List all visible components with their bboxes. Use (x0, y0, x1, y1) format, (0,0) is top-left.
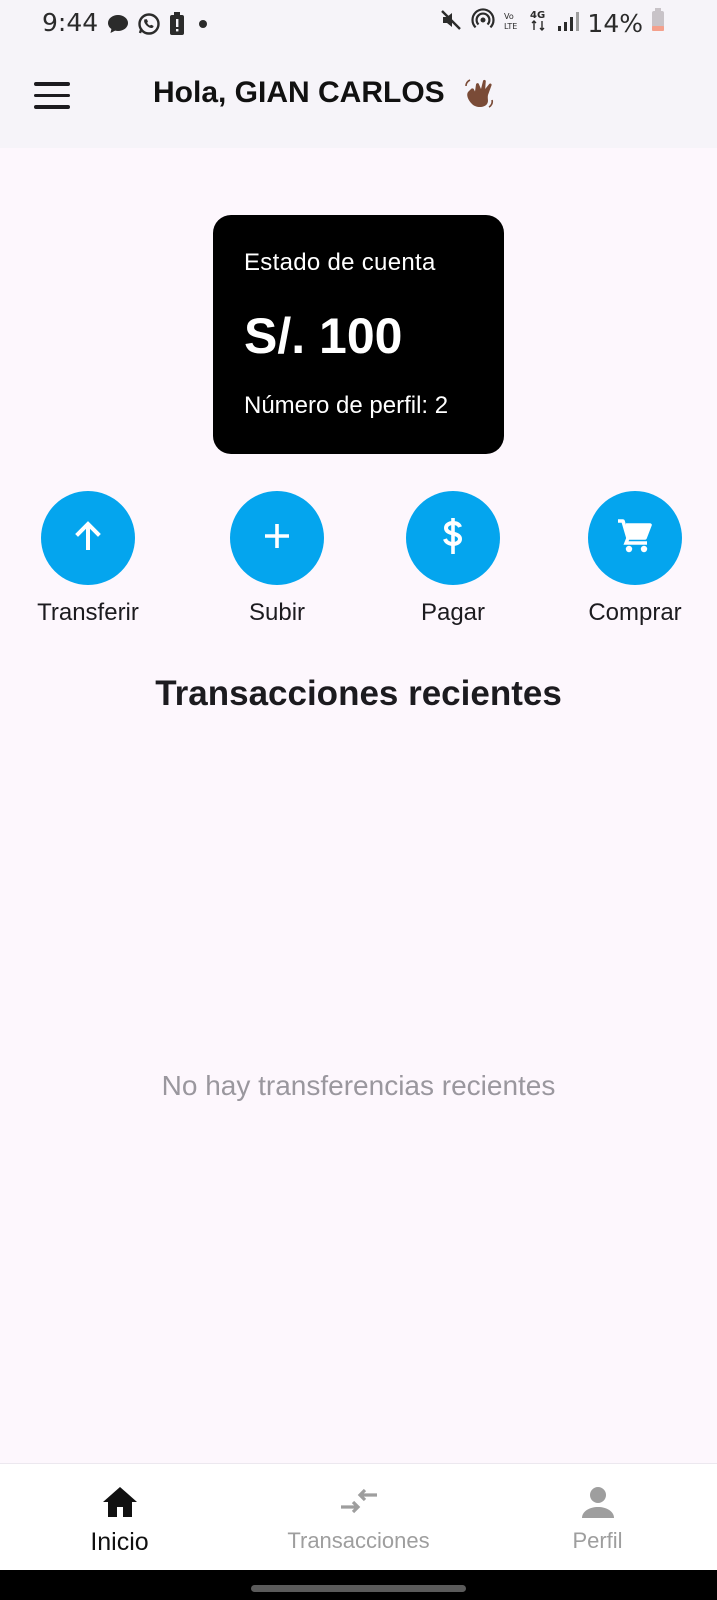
system-status: Vo LTE 4G 14% (439, 8, 665, 38)
topup-label: Subir (248, 599, 306, 626)
status-bar: 9:44 Vo LTE 4G 14% (0, 0, 717, 48)
alert-battery-icon (169, 12, 185, 40)
swap-arrows-icon (239, 1482, 478, 1522)
pay-button[interactable] (406, 491, 500, 585)
recent-transactions-heading: Transacciones recientes (155, 674, 562, 713)
buy-action[interactable]: Comprar (565, 491, 705, 627)
empty-transactions-message: No hay transferencias recientes (161, 1070, 556, 1101)
bottom-navigation: Inicio Transacciones Perfil (0, 1463, 717, 1571)
nav-item-profile[interactable]: Perfil (478, 1464, 717, 1571)
menu-button[interactable] (34, 82, 70, 112)
mute-icon (439, 8, 463, 38)
pay-action[interactable]: Pagar (383, 491, 523, 627)
buy-label: Comprar (588, 599, 682, 626)
greeting-title: Hola, GIAN CARLOS (153, 76, 445, 109)
4g-icon: 4G (529, 8, 549, 38)
waving-hand-icon (462, 76, 498, 117)
signal-icon (557, 9, 580, 38)
notification-icons (107, 12, 213, 40)
account-card-title: Estado de cuenta (244, 249, 436, 276)
home-gesture-handle[interactable] (251, 1585, 466, 1592)
menu-icon-line (34, 105, 70, 109)
account-balance: S/. 100 (244, 308, 403, 364)
svg-text:4G: 4G (530, 10, 545, 21)
topup-button[interactable] (230, 491, 324, 585)
arrow-up-icon (70, 518, 106, 559)
status-time: 9:44 (42, 8, 99, 37)
app-bar: Hola, GIAN CARLOS (0, 48, 717, 148)
svg-text:Vo: Vo (504, 12, 514, 21)
topup-action[interactable]: Subir (207, 491, 347, 627)
transfer-action[interactable]: Transferir (18, 491, 158, 627)
volte-icon: Vo LTE (503, 9, 521, 38)
nav-item-transactions[interactable]: Transacciones (239, 1464, 478, 1571)
svg-text:LTE: LTE (504, 22, 517, 31)
buy-button[interactable] (588, 491, 682, 585)
dot-icon (193, 14, 213, 38)
home-icon (0, 1482, 239, 1522)
profile-number: Número de perfil: 2 (244, 392, 449, 419)
nav-item-home[interactable]: Inicio (0, 1464, 239, 1571)
menu-icon-line (34, 82, 70, 86)
cart-icon (615, 516, 655, 561)
person-icon (478, 1482, 717, 1522)
account-summary-card: Estado de cuenta S/. 100 Número de perfi… (213, 215, 504, 454)
nav-label-transactions: Transacciones (287, 1528, 430, 1553)
battery-icon (651, 8, 665, 38)
plus-icon (261, 520, 293, 557)
chat-bubble-icon (107, 14, 129, 38)
nav-label-home: Inicio (90, 1528, 149, 1556)
pay-label: Pagar (420, 599, 486, 626)
transfer-label: Transferir (37, 599, 139, 626)
dollar-icon (438, 517, 468, 560)
hotspot-icon (471, 8, 496, 38)
whatsapp-icon (137, 12, 161, 40)
menu-icon-line (34, 93, 70, 97)
battery-percent: 14% (587, 8, 643, 38)
transfer-button[interactable] (41, 491, 135, 585)
nav-label-profile: Perfil (572, 1528, 623, 1553)
